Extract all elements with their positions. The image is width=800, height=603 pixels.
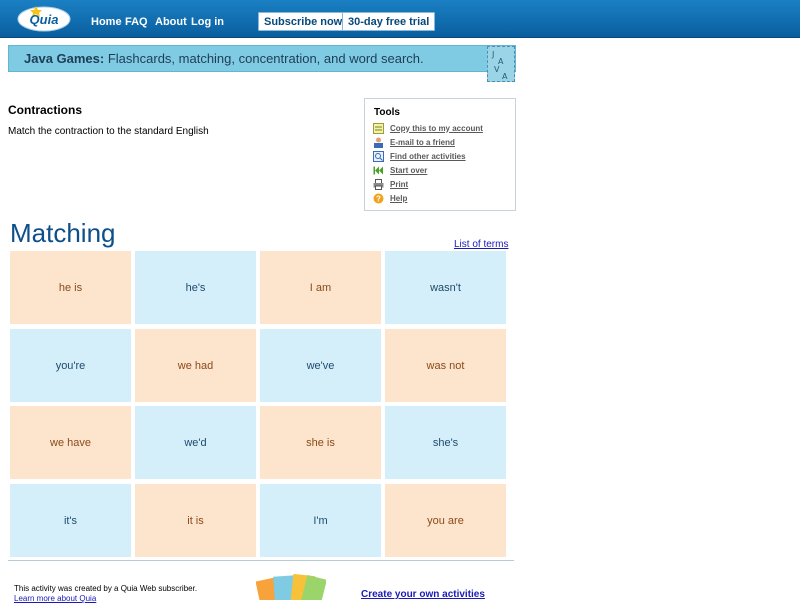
match-card[interactable]: she is: [260, 406, 381, 479]
nav-login-link[interactable]: Log in: [191, 16, 224, 28]
create-activities-link[interactable]: Create your own activities: [361, 589, 485, 600]
tools-title: Tools: [374, 107, 400, 118]
matching-title: Matching: [10, 218, 116, 248]
match-card[interactable]: I'm: [260, 484, 381, 557]
created-by-text: This activity was created by a Quia Web …: [14, 584, 198, 593]
nav-home-link[interactable]: Home: [91, 16, 122, 28]
matching-grid: he is he's I am wasn't you're we had we'…: [10, 251, 507, 557]
print-icon: [373, 178, 384, 190]
top-navigation-bar: Quia Home FAQ About Log in Subscribe now…: [0, 0, 800, 38]
tool-label: E-mail to a friend: [390, 137, 455, 147]
match-card[interactable]: it is: [135, 484, 256, 557]
match-card[interactable]: I am: [260, 251, 381, 324]
svg-text:?: ?: [376, 194, 381, 203]
logo-text: Quia: [30, 12, 59, 27]
email-friend-icon: [374, 137, 383, 148]
match-card[interactable]: it's: [10, 484, 131, 557]
match-card[interactable]: we've: [260, 329, 381, 402]
copy-icon: [373, 122, 384, 134]
match-card[interactable]: was not: [385, 329, 506, 402]
match-card[interactable]: wasn't: [385, 251, 506, 324]
footer-divider: [8, 560, 514, 561]
tool-email-friend[interactable]: E-mail to a friend: [373, 136, 455, 148]
tool-label: Find other activities: [390, 151, 466, 161]
match-card[interactable]: you are: [385, 484, 506, 557]
find-icon: [373, 150, 384, 162]
nav-about-link[interactable]: About: [155, 16, 187, 28]
match-card[interactable]: he is: [10, 251, 131, 324]
tool-label: Copy this to my account: [390, 123, 483, 133]
help-icon: ?: [373, 193, 384, 203]
subscribe-button[interactable]: Subscribe now: [258, 12, 349, 31]
java-badge-icon: J A V A: [491, 50, 508, 81]
tool-label: Help: [390, 193, 408, 203]
activity-description: Match the contraction to the standard En…: [8, 126, 209, 137]
activity-title: Contractions: [8, 103, 83, 117]
tool-copy-to-account[interactable]: Copy this to my account: [373, 122, 483, 134]
tool-print[interactable]: Print: [373, 178, 408, 190]
java-games-banner: Java Games: Flashcards, matching, concen…: [8, 45, 516, 72]
banner-description: Flashcards, matching, concentration, and…: [104, 51, 424, 66]
match-card[interactable]: we'd: [135, 406, 256, 479]
tool-label: Print: [390, 179, 409, 189]
match-card[interactable]: we have: [10, 406, 131, 479]
tool-start-over[interactable]: Start over: [373, 164, 427, 176]
tool-help[interactable]: ? Help: [373, 192, 407, 204]
tool-find-activities[interactable]: Find other activities: [373, 150, 466, 162]
tool-label: Start over: [390, 165, 428, 175]
activity-cards-icon: [256, 573, 326, 600]
list-of-terms-link[interactable]: List of terms: [454, 239, 508, 250]
java-badge: J A V A: [487, 46, 515, 82]
nav-faq-link[interactable]: FAQ: [125, 16, 148, 28]
svg-text:V: V: [494, 65, 500, 74]
match-card[interactable]: we had: [135, 329, 256, 402]
start-over-icon: [373, 166, 383, 174]
banner-bold: Java Games:: [24, 51, 105, 66]
svg-text:A: A: [502, 72, 508, 81]
match-card[interactable]: she's: [385, 406, 506, 479]
tools-panel: Tools Copy this to my account E-mail to …: [364, 98, 516, 211]
svg-text:J: J: [491, 50, 494, 59]
learn-more-link[interactable]: Learn more about Quia: [14, 594, 96, 603]
banner-text: Java Games: Flashcards, matching, concen…: [24, 51, 424, 66]
quia-logo[interactable]: Quia: [16, 3, 72, 33]
match-card[interactable]: you're: [10, 329, 131, 402]
match-card[interactable]: he's: [135, 251, 256, 324]
free-trial-button[interactable]: 30-day free trial: [342, 12, 436, 31]
